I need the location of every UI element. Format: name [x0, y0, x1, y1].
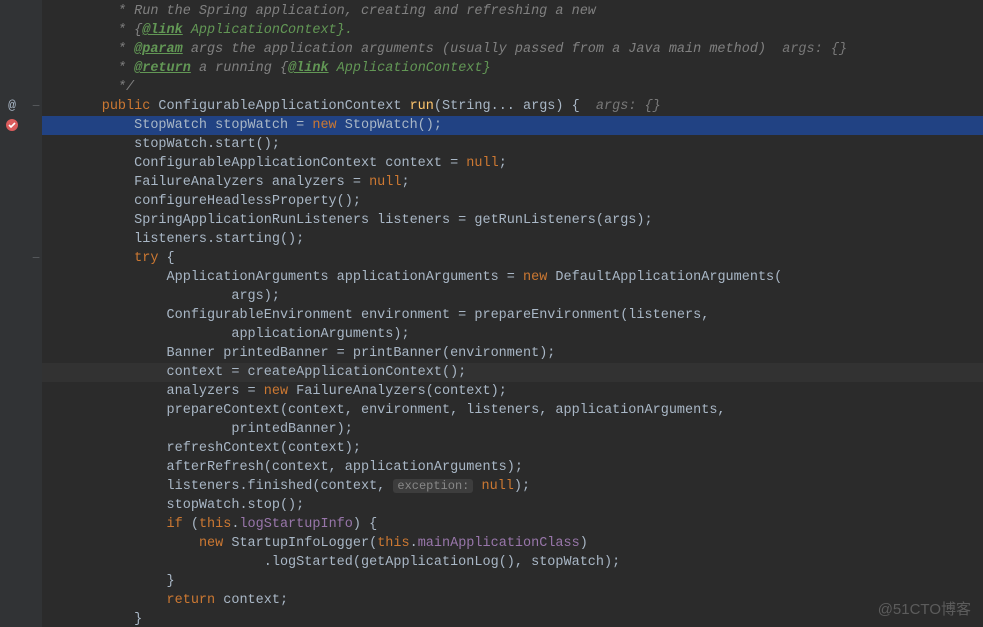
- code-area[interactable]: * Run the Spring application, creating a…: [42, 0, 983, 627]
- code-line: stopWatch.start();: [42, 135, 983, 154]
- code-line: configureHeadlessProperty();: [42, 192, 983, 211]
- code-line: analyzers = new FailureAnalyzers(context…: [42, 382, 983, 401]
- code-line: .logStarted(getApplicationLog(), stopWat…: [42, 553, 983, 572]
- code-line: listeners.starting();: [42, 230, 983, 249]
- code-line: FailureAnalyzers analyzers = null;: [42, 173, 983, 192]
- code-line: if (this.logStartupInfo) {: [42, 515, 983, 534]
- watermark: @51CTO博客: [878, 600, 971, 619]
- code-line: }: [42, 572, 983, 591]
- breakpoint-icon[interactable]: [4, 117, 20, 133]
- fold-marker-icon[interactable]: ─: [30, 98, 42, 117]
- code-line: SpringApplicationRunListeners listeners …: [42, 211, 983, 230]
- code-line: * Run the Spring application, creating a…: [42, 2, 983, 21]
- code-line: ApplicationArguments applicationArgument…: [42, 268, 983, 287]
- code-line: refreshContext(context);: [42, 439, 983, 458]
- code-line-highlighted: StopWatch stopWatch = new StopWatch();: [42, 116, 983, 135]
- code-line: new StartupInfoLogger(this.mainApplicati…: [42, 534, 983, 553]
- code-line: prepareContext(context, environment, lis…: [42, 401, 983, 420]
- code-line: */: [42, 78, 983, 97]
- code-line: }: [42, 610, 983, 627]
- code-line: public ConfigurableApplicationContext ru…: [42, 97, 983, 116]
- fold-column: ─ ─: [30, 0, 42, 627]
- code-line: ConfigurableEnvironment environment = pr…: [42, 306, 983, 325]
- code-line: return context;: [42, 591, 983, 610]
- code-line: ConfigurableApplicationContext context =…: [42, 154, 983, 173]
- code-line: * {@link ApplicationContext}.: [42, 21, 983, 40]
- code-line: args);: [42, 287, 983, 306]
- code-line: printedBanner);: [42, 420, 983, 439]
- code-line-caret: context = createApplicationContext();: [42, 363, 983, 382]
- fold-marker-icon[interactable]: ─: [30, 250, 42, 269]
- code-line: * @param args the application arguments …: [42, 40, 983, 59]
- code-line: applicationArguments);: [42, 325, 983, 344]
- code-line: listeners.finished(context, exception: n…: [42, 477, 983, 496]
- code-line: * @return a running {@link ApplicationCo…: [42, 59, 983, 78]
- code-line: stopWatch.stop();: [42, 496, 983, 515]
- editor-gutter: @ ─ ─: [0, 0, 42, 627]
- code-editor[interactable]: @ ─ ─ * Run the Spring application, crea…: [0, 0, 983, 627]
- code-line: Banner printedBanner = printBanner(envir…: [42, 344, 983, 363]
- override-icon[interactable]: @: [4, 97, 20, 113]
- code-line: afterRefresh(context, applicationArgumen…: [42, 458, 983, 477]
- code-line: try {: [42, 249, 983, 268]
